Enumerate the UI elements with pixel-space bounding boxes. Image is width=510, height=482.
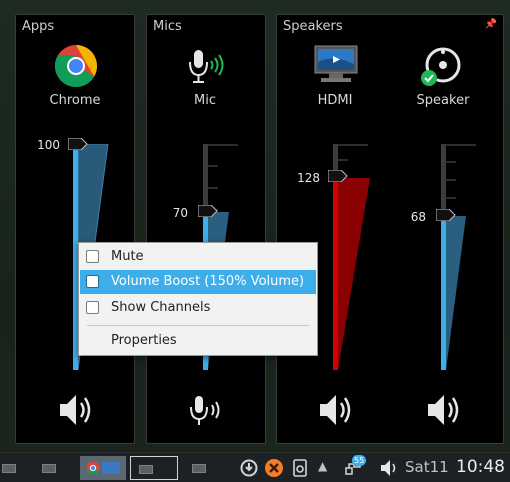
device-notifier-icon[interactable] bbox=[292, 459, 308, 477]
volume-tray-icon[interactable] bbox=[380, 459, 400, 477]
panel-title-mics: Mics bbox=[153, 19, 182, 34]
show-channels-checkbox[interactable] bbox=[86, 301, 99, 314]
chrome-icon bbox=[54, 44, 98, 88]
mic-slider-handle[interactable] bbox=[198, 205, 218, 217]
chrome-volume-value: 100 bbox=[37, 138, 60, 152]
clock-time[interactable]: 10:48 bbox=[456, 457, 505, 477]
menu-item-show-channels-label: Show Channels bbox=[111, 300, 211, 315]
task-window-1[interactable] bbox=[0, 456, 24, 480]
network-badge: 55 bbox=[352, 455, 367, 466]
menu-item-properties-label: Properties bbox=[111, 333, 177, 348]
speaker-volume-slider[interactable] bbox=[441, 144, 481, 370]
menu-item-volume-boost-label: Volume Boost (150% Volume) bbox=[111, 274, 305, 289]
mic-mute-icon[interactable] bbox=[186, 390, 226, 430]
mic-volume-value: 70 bbox=[172, 206, 188, 220]
error-notifier-icon[interactable] bbox=[264, 458, 284, 478]
volume-mixer-popup: Apps Mics Speakers 📌 Chrome 100 Mic 70 H… bbox=[0, 0, 510, 482]
task-window-4[interactable] bbox=[184, 456, 224, 480]
channel-label-chrome: Chrome bbox=[49, 93, 101, 108]
task-window-2[interactable] bbox=[30, 456, 66, 480]
hdmi-speaker-icon[interactable] bbox=[316, 390, 356, 430]
speaker-mute-icon[interactable] bbox=[424, 390, 464, 430]
update-notifier-icon[interactable] bbox=[240, 459, 258, 477]
menu-separator bbox=[87, 325, 309, 326]
speaker-volume-value: 68 bbox=[410, 210, 426, 224]
clock-date[interactable]: Sat11 bbox=[405, 458, 449, 476]
speaker-device-icon bbox=[421, 47, 461, 86]
volume-boost-checkbox[interactable] bbox=[86, 275, 99, 288]
chrome-slider-handle[interactable] bbox=[68, 138, 88, 150]
mute-checkbox[interactable] bbox=[86, 250, 99, 263]
menu-item-mute[interactable]: Mute bbox=[80, 245, 316, 269]
chrome-speaker-icon[interactable] bbox=[56, 390, 96, 430]
menu-item-mute-label: Mute bbox=[111, 249, 144, 264]
hdmi-slider-handle[interactable] bbox=[328, 170, 348, 182]
panel-title-speakers: Speakers bbox=[283, 19, 343, 34]
chrome-thumbnail-icon bbox=[86, 461, 100, 475]
menu-item-volume-boost[interactable]: Volume Boost (150% Volume) bbox=[80, 270, 316, 294]
task-window-chrome[interactable] bbox=[80, 456, 126, 480]
hdmi-volume-value: 128 bbox=[297, 171, 320, 185]
channel-context-menu: Mute Volume Boost (150% Volume) Show Cha… bbox=[78, 242, 318, 356]
speaker-slider-handle[interactable] bbox=[436, 209, 456, 221]
channel-label-mic: Mic bbox=[194, 93, 216, 108]
menu-item-properties[interactable]: Properties bbox=[80, 329, 316, 353]
microphone-icon bbox=[189, 50, 224, 83]
pin-icon[interactable]: 📌 bbox=[485, 19, 497, 30]
taskbar: ▲ 55 Sat11 10:48 bbox=[0, 452, 510, 482]
monitor-icon bbox=[314, 45, 358, 82]
tray-expand-arrow-icon[interactable]: ▲ bbox=[318, 459, 327, 473]
menu-item-show-channels[interactable]: Show Channels bbox=[80, 296, 316, 320]
channel-label-speaker: Speaker bbox=[416, 93, 470, 108]
panel-title-apps: Apps bbox=[22, 19, 55, 34]
task-window-active[interactable] bbox=[130, 456, 178, 480]
channel-label-hdmi: HDMI bbox=[317, 93, 353, 108]
